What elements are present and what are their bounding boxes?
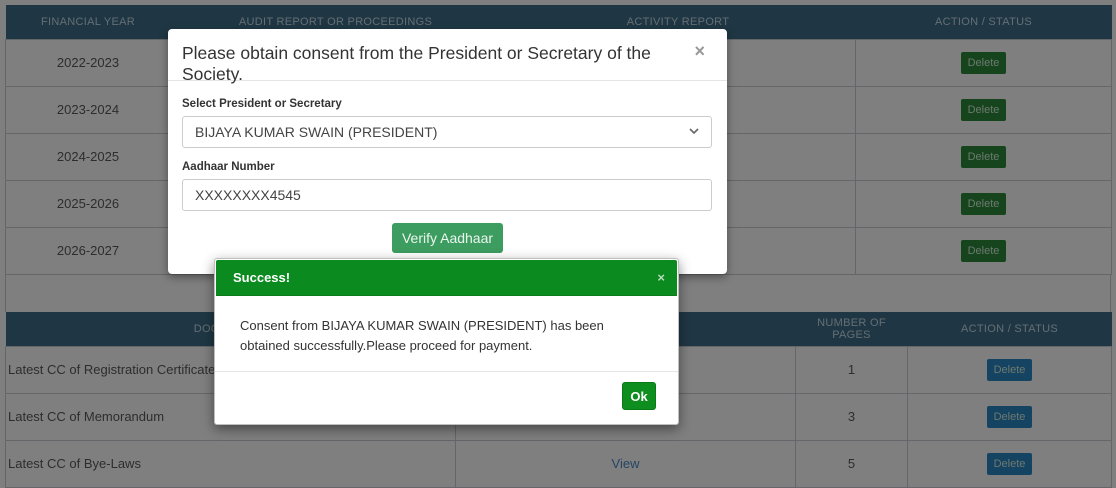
- success-modal-header: Success! ×: [216, 260, 677, 296]
- success-modal-title: Success!: [233, 270, 291, 285]
- success-modal-footer: Ok: [215, 372, 678, 424]
- close-icon[interactable]: ×: [657, 270, 665, 285]
- ok-button[interactable]: Ok: [622, 382, 656, 410]
- success-message: Consent from BIJAYA KUMAR SWAIN (PRESIDE…: [215, 296, 678, 372]
- success-modal: Success! × Consent from BIJAYA KUMAR SWA…: [214, 258, 679, 425]
